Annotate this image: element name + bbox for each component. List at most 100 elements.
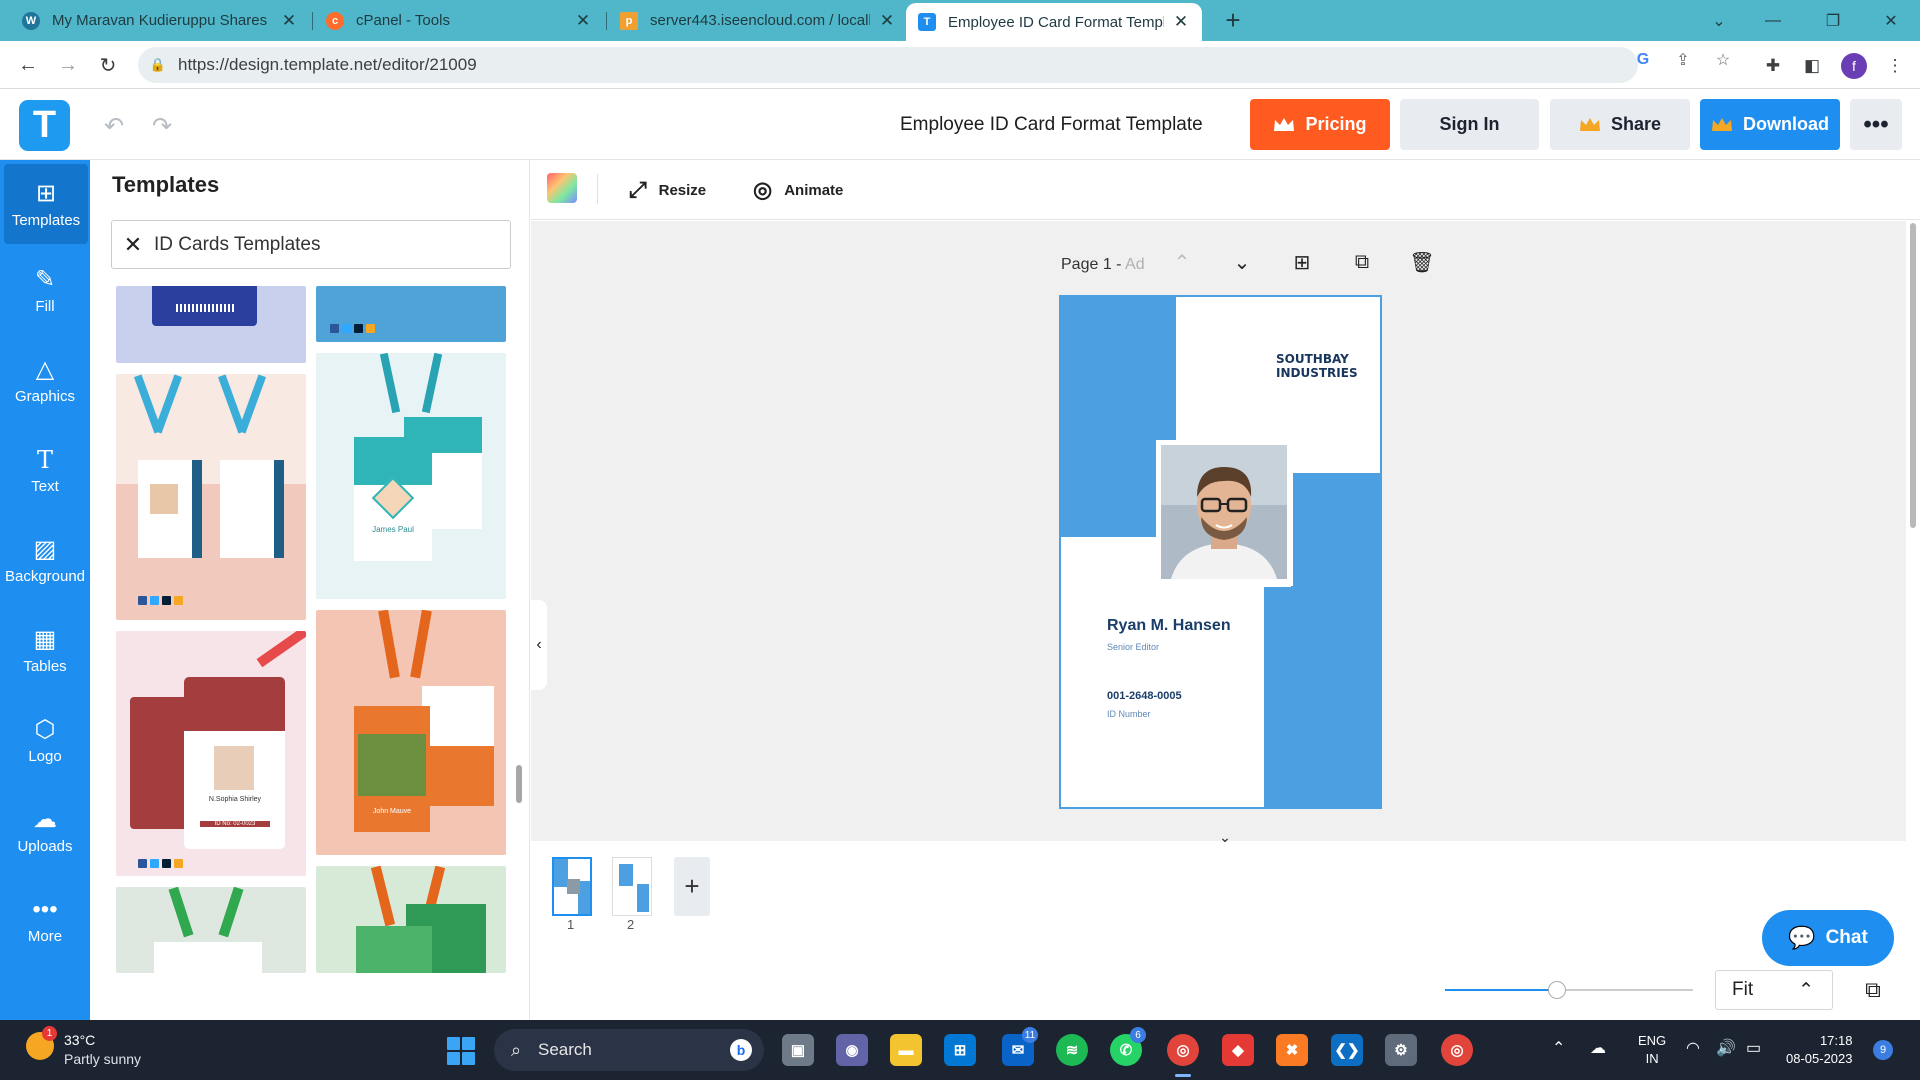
sign-in-button[interactable]: Sign In [1400,99,1539,150]
notification-badge[interactable]: 9 [1873,1040,1893,1060]
page-thumbnail-1[interactable] [552,857,592,916]
bookmark-star-icon[interactable]: ☆ [1712,49,1734,71]
tab-wordpress[interactable]: W My Maravan Kudieruppu Shares ✕ [10,0,310,41]
file-explorer-icon[interactable]: ▬ [890,1034,922,1066]
card-employee-name[interactable]: Ryan M. Hansen [1107,617,1231,635]
template-thumbnail[interactable] [116,374,306,620]
rail-item-text[interactable]: T Text [0,430,90,510]
page-move-down-icon[interactable]: ⌄ [1228,248,1256,276]
bing-icon[interactable]: b [730,1039,752,1061]
volume-icon[interactable]: 🔊 [1716,1038,1736,1058]
page-label[interactable]: Page 1 - Ad [1061,256,1145,274]
rail-item-graphics[interactable]: △ Graphics [0,340,90,420]
store-icon[interactable]: ⊞ [944,1034,976,1066]
redo-icon[interactable]: ↷ [148,112,176,140]
chrome-icon[interactable]: ◎ [1167,1034,1199,1066]
new-tab-button[interactable]: + [1210,0,1256,41]
tray-chevron-up-icon[interactable]: ⌃ [1552,1038,1565,1058]
xampp-icon[interactable]: ✖ [1276,1034,1308,1066]
extensions-icon[interactable]: ✚ [1762,55,1784,77]
settings-gear-icon[interactable]: ⚙ [1385,1034,1417,1066]
tab-template-editor[interactable]: T Employee ID Card Format Templa ✕ [906,3,1202,41]
windows-start-icon[interactable] [447,1037,475,1065]
rail-item-background[interactable]: ▨ Background [0,520,90,600]
template-thumbnail[interactable] [116,887,306,973]
template-thumbnail[interactable]: John Mauve [316,610,506,855]
rail-item-more[interactable]: ••• More [0,880,90,960]
panel-scrollbar[interactable] [516,765,522,803]
back-button[interactable]: ← [12,49,44,81]
rail-item-templates[interactable]: ⊞ Templates [4,164,88,244]
color-picker-swatch[interactable] [547,173,577,203]
profile-avatar[interactable]: f [1841,53,1867,79]
undo-icon[interactable]: ↶ [100,112,128,140]
wifi-icon[interactable]: ◠ [1686,1038,1700,1058]
template-search-field[interactable]: ✕ ID Cards Templates [111,220,511,269]
card-employee-role[interactable]: Senior Editor [1107,642,1159,652]
download-button[interactable]: Download [1700,99,1840,150]
add-page-button[interactable]: + [674,857,710,916]
weather-temperature[interactable]: 33°C [64,1032,95,1048]
scroll-page-down-button[interactable]: ⌄ [1185,828,1265,846]
template-thumbnail[interactable] [316,286,506,342]
page-manager-icon[interactable]: ⧉ [1857,974,1889,1006]
duplicate-page-icon[interactable]: ⧉ [1348,248,1376,276]
template-thumbnail[interactable]: N.Sophia Shirley ID No: 02-0023 [116,631,306,876]
pricing-button[interactable]: Pricing [1250,99,1390,150]
restore-button[interactable]: ❐ [1810,0,1856,41]
zoom-select[interactable]: Fit ⌃ [1715,970,1833,1010]
page-move-up-icon[interactable]: ⌃ [1168,248,1196,276]
resize-tool[interactable]: ⤢ Resize [629,177,706,203]
workspace-scrollbar[interactable] [1909,221,1917,841]
teams-chat-icon[interactable]: ◉ [836,1034,868,1066]
card-company-name[interactable]: SOUTHBAY INDUSTRIES [1276,352,1358,380]
input-language[interactable]: ENG IN [1638,1032,1666,1068]
weather-description[interactable]: Partly sunny [64,1051,141,1067]
animate-tool[interactable]: ◎ Animate [753,177,843,203]
tab-phpmyadmin[interactable]: p server443.iseencloud.com / locall ✕ [608,0,908,41]
anydesk-icon[interactable]: ◆ [1222,1034,1254,1066]
zoom-slider[interactable] [1445,989,1693,991]
tab-close-icon[interactable]: ✕ [280,11,298,31]
template-thumbnail[interactable]: James Paul [316,353,506,599]
chat-button[interactable]: 💬 Chat [1762,910,1894,966]
tab-search-icon[interactable]: ⌄ [1696,0,1742,41]
tab-close-icon[interactable]: ✕ [1172,12,1190,32]
collapse-panel-button[interactable]: ‹ [531,600,547,690]
browser-menu-icon[interactable]: ⋮ [1884,55,1906,77]
minimize-button[interactable]: — [1750,0,1796,41]
forward-button[interactable]: → [52,49,84,81]
onedrive-cloud-icon[interactable]: ☁ [1590,1038,1606,1058]
card-photo-frame[interactable] [1156,440,1293,586]
template-logo[interactable]: T [19,100,70,151]
chrome-profile-icon[interactable]: ◎ [1441,1034,1473,1066]
rail-item-fill[interactable]: ✎ Fill [0,250,90,330]
clear-search-icon[interactable]: ✕ [112,232,154,258]
add-page-icon[interactable]: ⊞ [1288,248,1316,276]
card-id-number[interactable]: 001-2648-0005 [1107,690,1182,702]
card-id-label[interactable]: ID Number [1107,709,1151,719]
url-field[interactable]: 🔒 https://design.template.net/editor/210… [138,47,1638,83]
tab-cpanel[interactable]: c cPanel - Tools ✕ [314,0,604,41]
rail-item-tables[interactable]: ▦ Tables [0,610,90,690]
google-lens-icon[interactable]: G [1632,49,1654,71]
template-thumbnail[interactable] [316,866,506,973]
rail-item-uploads[interactable]: ☁ Uploads [0,790,90,870]
task-view-icon[interactable]: ▣ [782,1034,814,1066]
side-panel-icon[interactable]: ◧ [1801,55,1823,77]
battery-icon[interactable]: ▭ [1746,1038,1761,1058]
close-window-button[interactable]: ✕ [1868,0,1914,41]
vscode-icon[interactable]: ❮❯ [1331,1034,1363,1066]
share-button[interactable]: Share [1550,99,1690,150]
share-page-icon[interactable]: ⇪ [1672,49,1694,71]
id-card-canvas[interactable]: SOUTHBAY INDUSTRIES Ryan M. Hansen Senio… [1059,295,1382,809]
delete-page-icon[interactable]: 🗑 [1408,248,1436,276]
rail-item-logo[interactable]: ⬡ Logo [0,700,90,780]
tab-close-icon[interactable]: ✕ [574,11,592,31]
taskbar-clock[interactable]: 17:18 08-05-2023 [1786,1032,1853,1068]
spotify-icon[interactable]: ≋ [1056,1034,1088,1066]
tab-close-icon[interactable]: ✕ [878,11,896,31]
card-photo[interactable] [1161,445,1287,579]
zoom-slider-handle[interactable] [1548,981,1566,999]
taskbar-search[interactable]: ⌕ Search b [494,1029,764,1071]
